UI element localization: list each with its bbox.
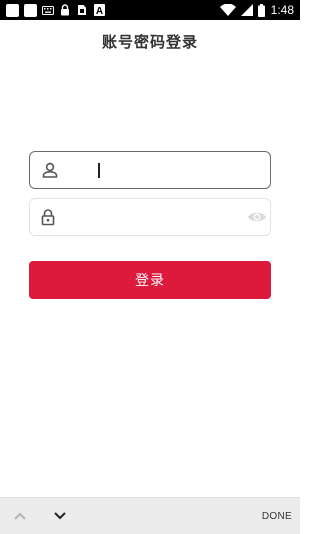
- notification-square-icon: [24, 3, 37, 17]
- login-button[interactable]: 登录: [29, 261, 271, 299]
- a-letter-icon: A: [93, 4, 105, 16]
- password-field[interactable]: [29, 198, 271, 236]
- eye-icon[interactable]: [247, 206, 267, 228]
- lock-icon: [39, 206, 57, 228]
- chevron-up-icon[interactable]: [8, 504, 32, 528]
- sim-card-icon: [76, 4, 88, 16]
- signal-icon: [240, 4, 253, 16]
- battery-icon: [258, 3, 266, 17]
- done-button[interactable]: DONE: [262, 511, 292, 522]
- status-bar: A 1:48: [0, 0, 300, 20]
- keyboard-icon: [42, 4, 54, 16]
- password-input[interactable]: [66, 199, 247, 235]
- user-icon: [39, 159, 61, 181]
- svg-text:A: A: [95, 6, 102, 16]
- text-cursor: [98, 163, 100, 178]
- status-bar-notifications: A: [6, 3, 105, 17]
- wifi-icon: [219, 4, 236, 16]
- keyboard-accessory-bar: DONE: [0, 497, 300, 534]
- status-bar-time: 1:48: [270, 3, 294, 17]
- lock-icon: [59, 4, 71, 16]
- status-bar-system: 1:48: [219, 3, 294, 17]
- username-field[interactable]: [29, 151, 271, 189]
- username-input[interactable]: [70, 152, 270, 188]
- page-title: 账号密码登录: [101, 33, 198, 51]
- chevron-down-icon[interactable]: [48, 504, 72, 528]
- notification-square-icon: [6, 3, 19, 17]
